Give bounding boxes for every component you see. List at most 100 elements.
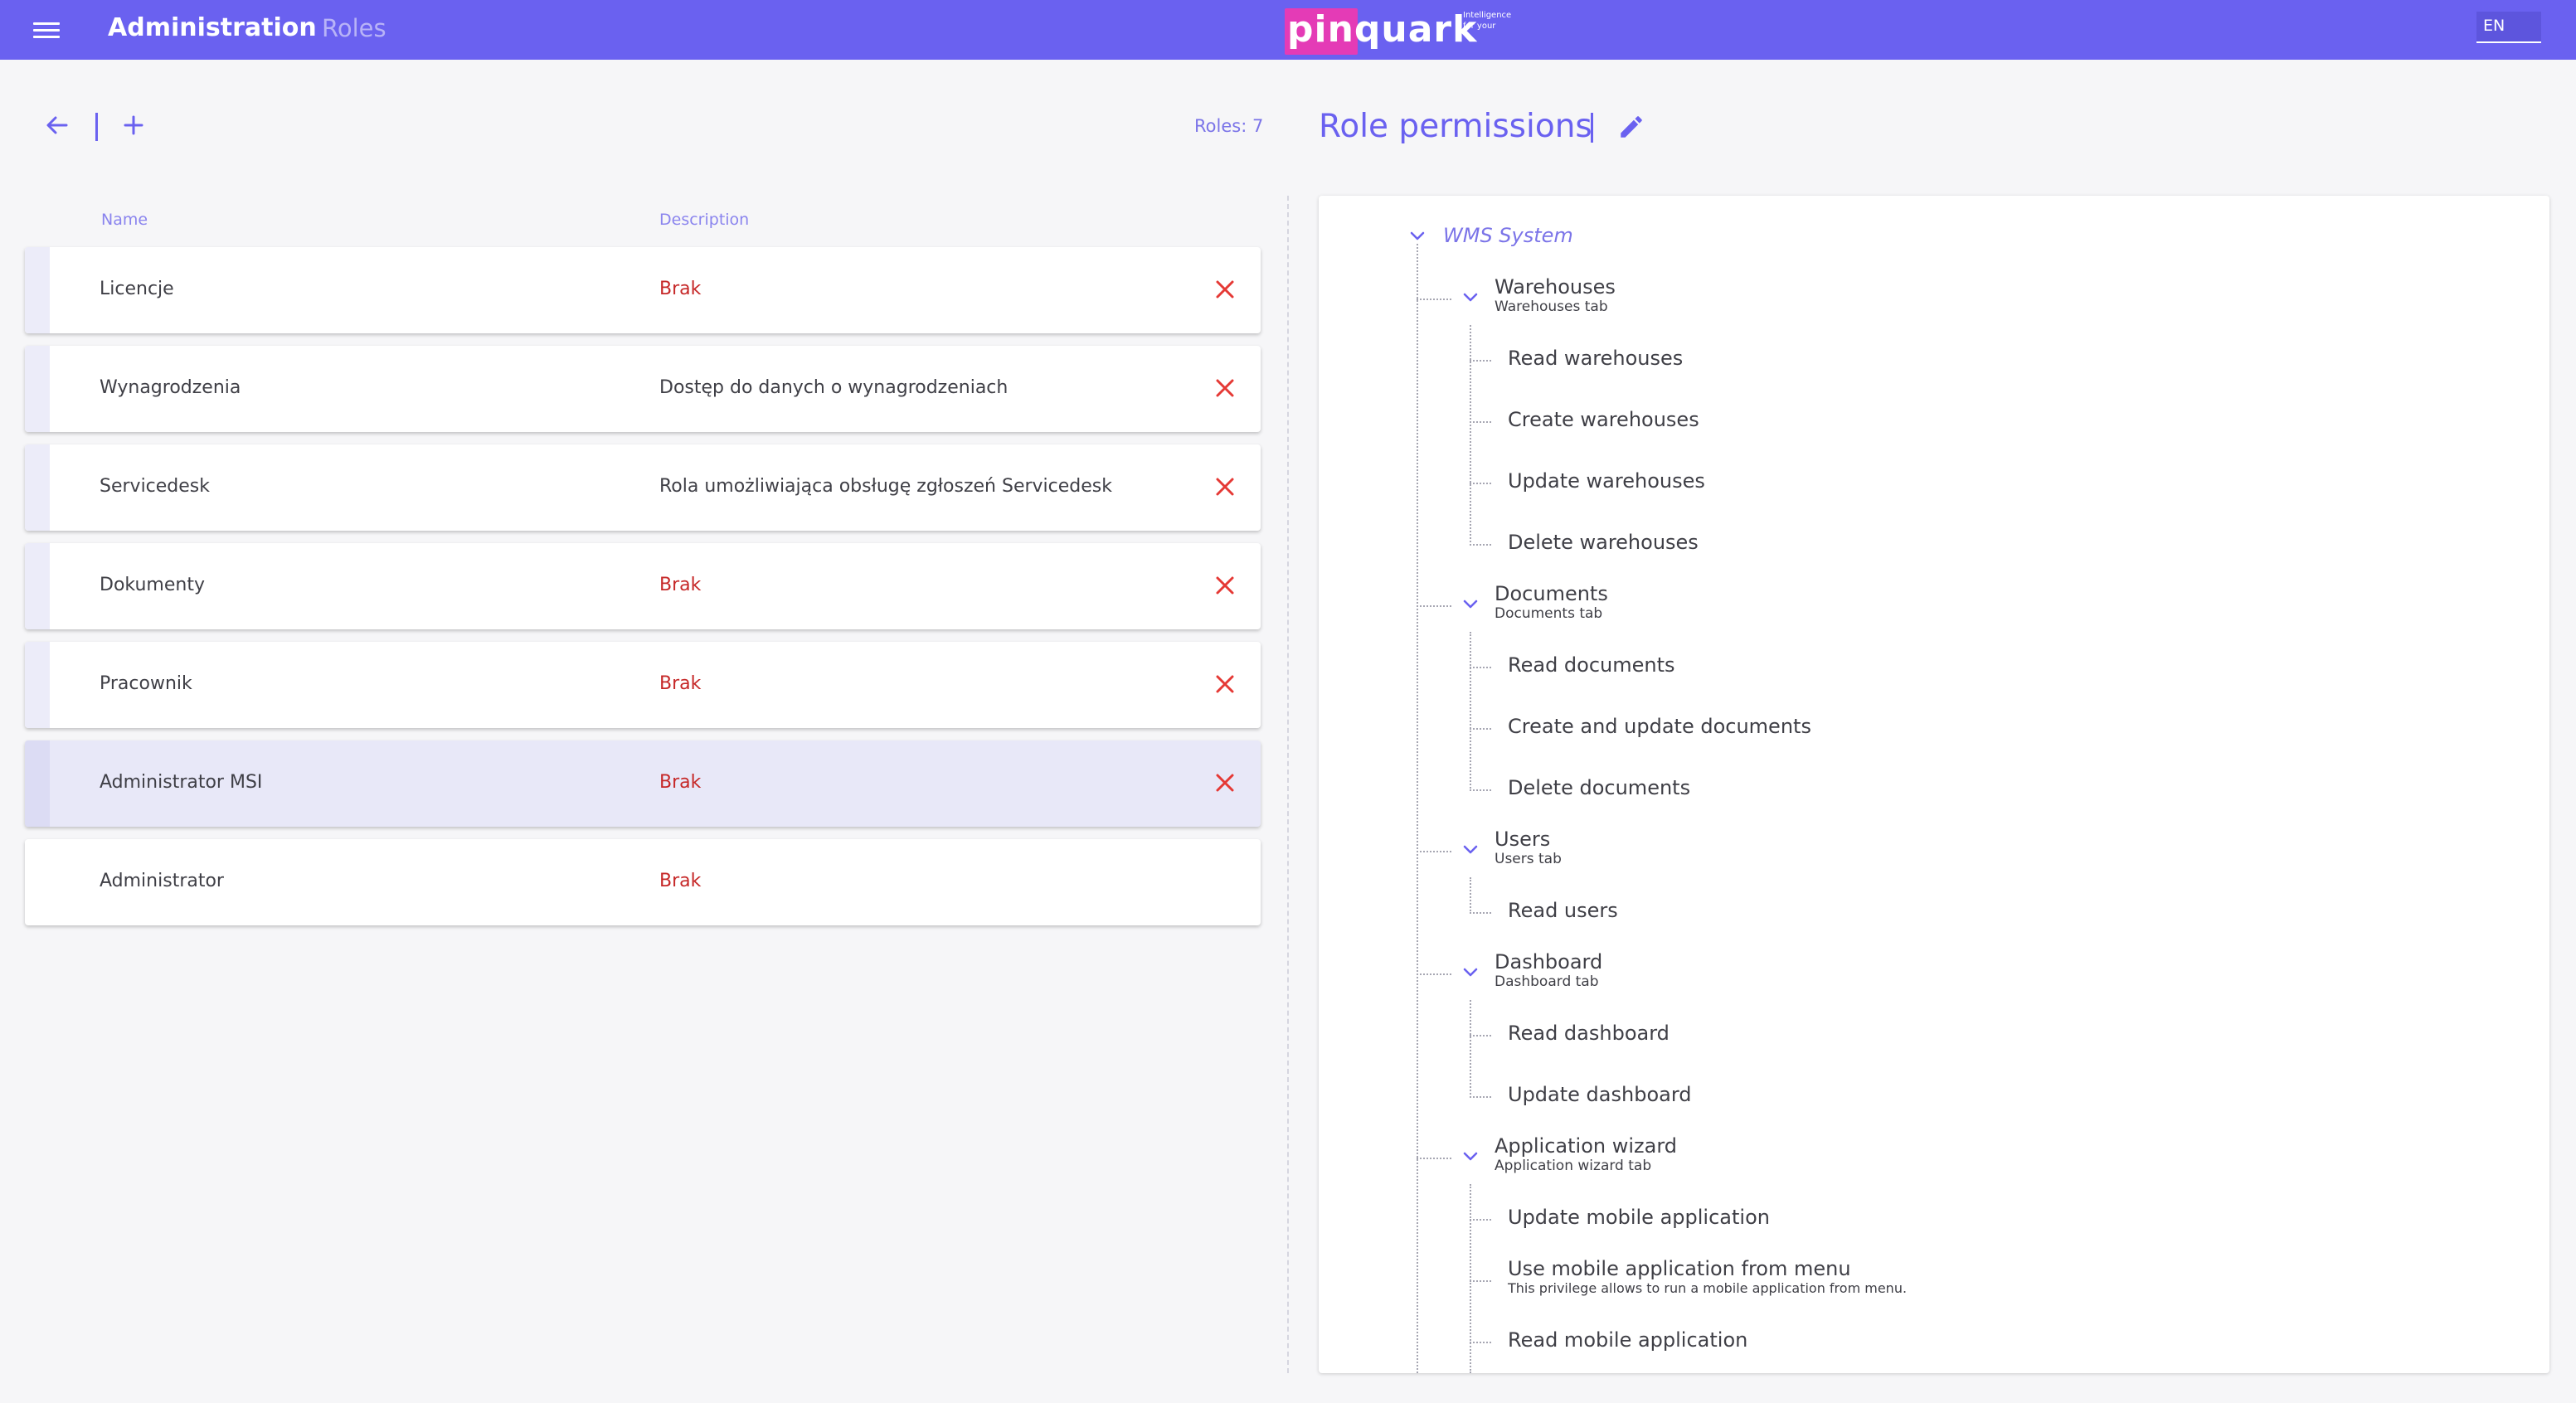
permission-item[interactable]: Read warehouses	[1508, 347, 1683, 370]
role-row[interactable]: Administrator Brak	[25, 839, 1261, 925]
delete-icon[interactable]	[1213, 672, 1237, 697]
chevron-down-icon[interactable]	[1407, 226, 1428, 247]
role-name: Licencje	[100, 279, 174, 299]
page-title: Administration	[108, 13, 317, 42]
menu-icon[interactable]	[32, 18, 65, 41]
role-description: Brak	[659, 279, 702, 299]
role-name: Administrator MSI	[100, 772, 263, 793]
role-name: Wynagrodzenia	[100, 377, 241, 398]
delete-icon[interactable]	[1213, 573, 1237, 598]
permissions-tree: WMS System Warehouses Warehouses tab Rea…	[1319, 196, 2549, 1373]
plus-icon[interactable]	[119, 111, 148, 139]
panel-separator	[1287, 196, 1289, 1373]
permission-item[interactable]: Create and update documents	[1508, 715, 1811, 738]
tree-branch	[1417, 851, 1451, 852]
chevron-down-icon[interactable]	[1460, 962, 1481, 983]
column-header-name[interactable]: Name	[101, 211, 148, 229]
chevron-down-icon[interactable]	[1460, 1146, 1481, 1168]
chevron-down-icon[interactable]	[1460, 287, 1481, 308]
tree-group-label[interactable]: Dashboard	[1495, 950, 1602, 973]
row-stripe	[25, 642, 50, 728]
permission-item[interactable]: Delete documents	[1508, 776, 1690, 799]
tree-branch	[1470, 1096, 1491, 1098]
permission-item[interactable]: Read dashboard	[1508, 1022, 1670, 1045]
tree-branch	[1470, 1035, 1491, 1036]
permission-item[interactable]: Create warehouses	[1508, 408, 1699, 431]
role-description: Brak	[659, 673, 702, 694]
tree-group-subtitle: Application wizard tab	[1495, 1158, 1652, 1174]
tree-group-subtitle: Users tab	[1495, 851, 1562, 867]
role-description: Brak	[659, 871, 702, 891]
tree-line-application-wizard	[1470, 1184, 1471, 1373]
pencil-icon[interactable]	[1617, 113, 1645, 141]
permission-item[interactable]: Delete warehouses	[1508, 531, 1699, 554]
logo-wordmark: pinquark	[1287, 8, 1478, 51]
permission-item[interactable]: Read users	[1508, 899, 1618, 922]
arrow-left-icon[interactable]	[43, 111, 71, 139]
role-description: Dostęp do danych o wynagrodzeniach	[659, 377, 1009, 398]
tree-line-documents	[1470, 632, 1471, 791]
tree-group-label[interactable]: Warehouses	[1495, 275, 1616, 299]
tree-root-label[interactable]: WMS System	[1443, 224, 1573, 247]
tree-branch	[1417, 973, 1451, 975]
tree-branch	[1470, 1280, 1491, 1282]
row-stripe	[25, 247, 50, 333]
role-row[interactable]: Wynagrodzenia Dostęp do danych o wynagro…	[25, 346, 1261, 432]
delete-icon[interactable]	[1213, 474, 1237, 499]
row-stripe	[25, 543, 50, 629]
role-description: Rola umożliwiająca obsługę zgłoszeń Serv…	[659, 476, 1112, 497]
delete-icon[interactable]	[1213, 376, 1237, 401]
logo-tagline-line-2: for your	[1463, 22, 1496, 31]
permission-item[interactable]: Read mobile application	[1508, 1328, 1747, 1352]
delete-icon[interactable]	[1213, 277, 1237, 302]
tree-group-label[interactable]: Documents	[1495, 582, 1608, 605]
role-permissions-title: Role permissions	[1319, 108, 1592, 145]
tree-branch	[1417, 1158, 1451, 1159]
tree-branch	[1470, 483, 1491, 484]
tree-line-dashboard	[1470, 1000, 1471, 1098]
top-app-bar: Administration Roles pinquark Intelligen…	[0, 0, 2576, 60]
role-name: Servicedesk	[100, 476, 211, 497]
role-row-selected[interactable]: Administrator MSI Brak	[25, 740, 1261, 827]
row-stripe	[25, 444, 50, 531]
tree-line-users	[1470, 877, 1471, 914]
column-header-description[interactable]: Description	[659, 211, 749, 229]
role-row[interactable]: Licencje Brak	[25, 247, 1261, 333]
tree-group-subtitle: Documents tab	[1495, 605, 1603, 622]
logo-tagline: Intelligence for your	[1463, 10, 1511, 32]
tree-branch	[1470, 544, 1491, 546]
row-stripe	[25, 740, 50, 827]
permission-item[interactable]: Update dashboard	[1508, 1083, 1692, 1106]
language-select[interactable]: EN	[2476, 12, 2541, 43]
tree-branch	[1470, 360, 1491, 362]
logo-tagline-line-1: Intelligence	[1463, 11, 1512, 20]
title-divider	[1591, 113, 1593, 143]
permission-item[interactable]: Read documents	[1508, 653, 1675, 677]
chevron-down-icon[interactable]	[1460, 839, 1481, 861]
role-name: Administrator	[100, 871, 224, 891]
page-subtitle: Roles	[322, 14, 386, 42]
permission-item[interactable]: Use mobile application from menu	[1508, 1257, 1851, 1280]
tree-line-warehouses	[1470, 325, 1471, 546]
tree-line-root	[1417, 244, 1418, 1373]
permission-hint: This privilege allows to run a mobile ap…	[1508, 1280, 1908, 1296]
tree-branch	[1470, 728, 1491, 730]
delete-icon[interactable]	[1213, 770, 1237, 795]
tree-group-label[interactable]: Application wizard	[1495, 1134, 1677, 1158]
tree-group-subtitle: Dashboard tab	[1495, 973, 1599, 990]
toolbar-divider	[95, 113, 98, 141]
row-stripe	[25, 346, 50, 432]
role-row[interactable]: Pracownik Brak	[25, 642, 1261, 728]
chevron-down-icon[interactable]	[1460, 594, 1481, 615]
permission-item[interactable]: Update mobile application	[1508, 1206, 1770, 1229]
tree-branch	[1470, 912, 1491, 914]
role-description: Brak	[659, 772, 702, 793]
tree-group-label[interactable]: Users	[1495, 828, 1550, 851]
tree-branch	[1470, 789, 1491, 791]
role-row[interactable]: Servicedesk Rola umożliwiająca obsługę z…	[25, 444, 1261, 531]
role-row[interactable]: Dokumenty Brak	[25, 543, 1261, 629]
permission-item[interactable]: Update warehouses	[1508, 469, 1705, 493]
role-name: Dokumenty	[100, 575, 205, 595]
tree-group-subtitle: Warehouses tab	[1495, 299, 1608, 315]
tree-branch	[1470, 1342, 1491, 1343]
